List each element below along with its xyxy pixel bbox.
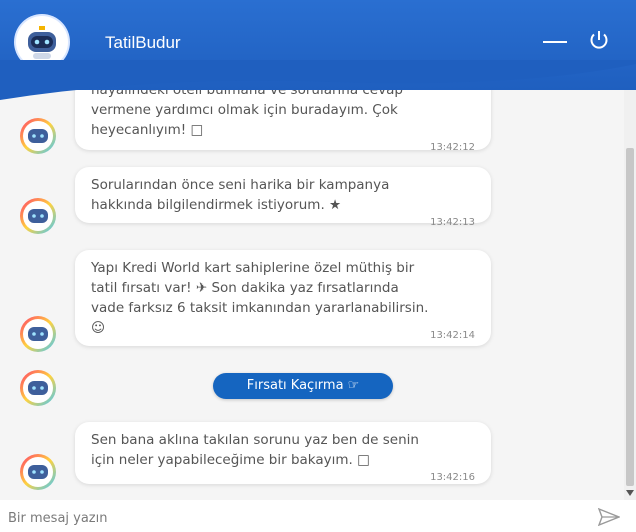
message-time: 13:42:16 xyxy=(430,472,475,483)
bot-avatar-icon xyxy=(18,314,58,354)
pointing-hand-icon: ☞ xyxy=(347,378,360,393)
cta-label: Fırsatı Kaçırma xyxy=(246,378,344,393)
scroll-down-arrow-icon[interactable] xyxy=(626,490,634,496)
bot-avatar-icon xyxy=(18,368,58,408)
chat-scrollbar[interactable] xyxy=(624,70,636,500)
message-text: Sen bana aklına takılan sorunu yaz ben d… xyxy=(91,432,419,448)
minimize-icon[interactable] xyxy=(543,28,569,50)
message-text: Sorularından önce seni harika bir kampan… xyxy=(91,177,390,193)
message-text: tatil fırsatı var! ✈ Son dakika yaz fırs… xyxy=(91,280,399,296)
app-title: TatilBudur xyxy=(105,33,181,52)
message-time: 13:42:14 xyxy=(430,330,475,341)
power-icon[interactable] xyxy=(587,28,611,52)
bot-avatar-icon xyxy=(18,196,58,236)
chat-messages-area[interactable]: hayalindeki oteli bulmana ve sorularına … xyxy=(0,70,624,500)
bot-message: Yapı Kredi World kart sahiplerine özel m… xyxy=(75,250,491,346)
bot-avatar-icon xyxy=(18,116,58,156)
message-time: 13:42:12 xyxy=(430,142,475,153)
scroll-thumb[interactable] xyxy=(626,148,634,486)
message-text: heyecanlıyım! □ xyxy=(91,122,204,138)
message-input-bar xyxy=(0,500,636,532)
message-input[interactable] xyxy=(6,506,570,530)
message-text: vermene yardımcı olmak için buradayım. Ç… xyxy=(91,102,398,118)
message-text: için neler yapabileceğime bir bakayım. □ xyxy=(91,452,370,468)
message-text: hakkında bilgilendirmek istiyorum. ★ xyxy=(91,197,342,213)
bot-message: Sen bana aklına takılan sorunu yaz ben d… xyxy=(75,422,491,484)
message-text: vade farksız 6 taksit imkanından yararla… xyxy=(91,300,429,316)
campaign-cta-button[interactable]: Fırsatı Kaçırma ☞ xyxy=(213,373,393,399)
bot-message: Sorularından önce seni harika bir kampan… xyxy=(75,167,491,228)
message-text: Yapı Kredi World kart sahiplerine özel m… xyxy=(91,260,415,276)
message-text: ☺ xyxy=(91,320,106,336)
message-time: 13:42:13 xyxy=(430,217,475,228)
bot-avatar-icon xyxy=(18,452,58,492)
header-wave xyxy=(0,60,636,100)
send-icon[interactable] xyxy=(597,507,621,527)
